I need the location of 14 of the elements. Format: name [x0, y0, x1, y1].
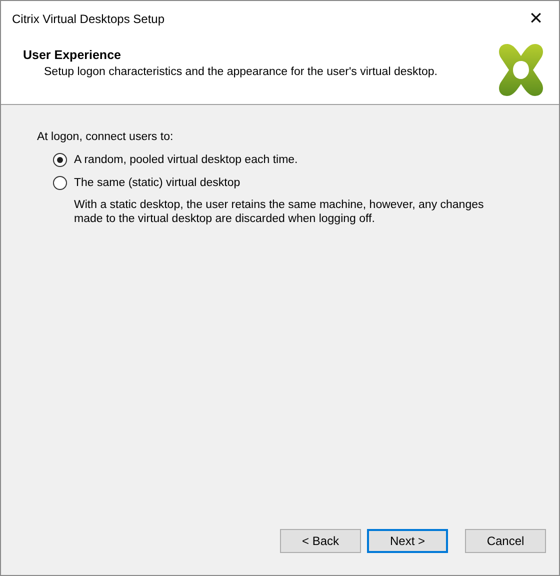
option-label[interactable]: The same (static) virtual desktop: [74, 177, 240, 189]
logo-icon: [497, 42, 545, 98]
prompt-label: At logon, connect users to:: [37, 131, 174, 143]
back-button[interactable]: < Back: [280, 529, 361, 553]
radio-button[interactable]: [53, 176, 67, 190]
page-subtitle: Setup logon characteristics and the appearance for the user's virtual desktop.: [43, 66, 438, 78]
window-title: Citrix Virtual Desktops Setup: [12, 12, 165, 26]
close-button[interactable]: ✕: [513, 1, 559, 36]
page-title: User Experience: [23, 48, 122, 62]
radio-button[interactable]: [53, 153, 67, 167]
option-description: With a static desktop, the user retains the same machine, however, any changes made to the virtual desktop are discarded when logging off.: [73, 198, 485, 226]
option-label[interactable]: A random, pooled virtual desktop each time.: [74, 154, 298, 166]
next-button[interactable]: Next >: [367, 529, 448, 553]
cancel-button[interactable]: Cancel: [465, 529, 546, 553]
